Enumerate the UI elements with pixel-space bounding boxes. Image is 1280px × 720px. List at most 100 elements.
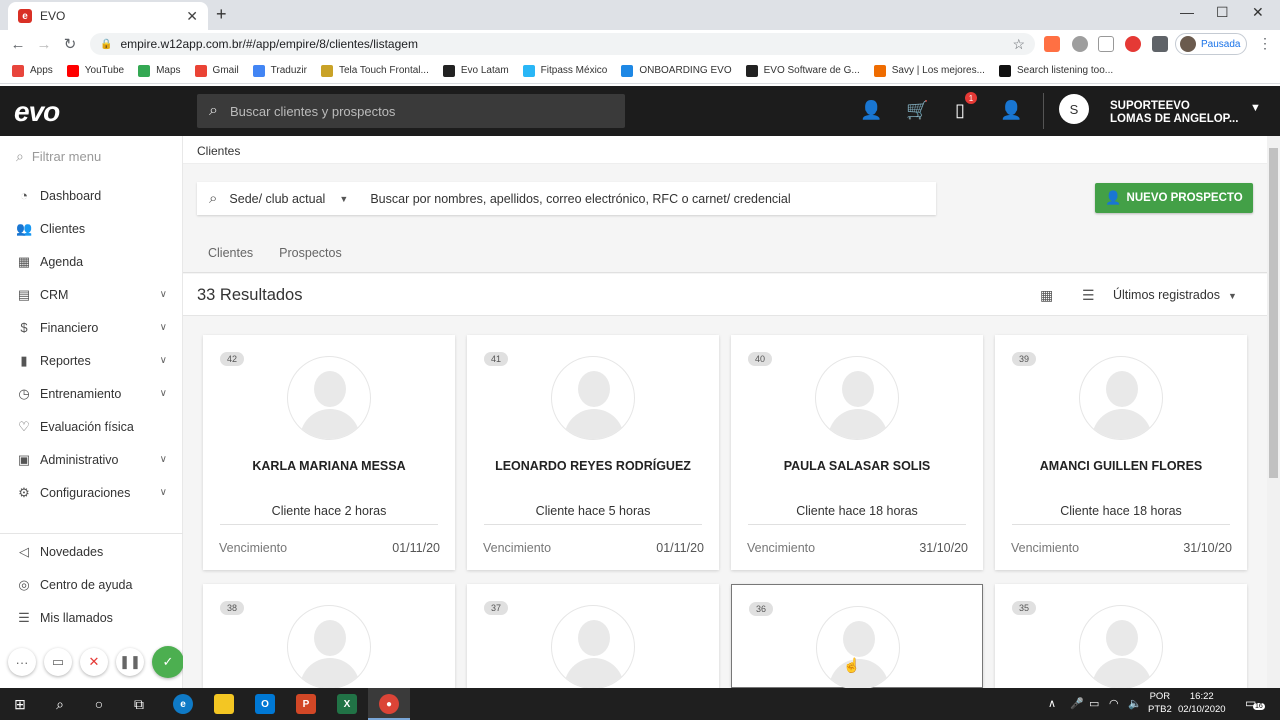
chevron-down-icon[interactable]: ∨ — [160, 289, 167, 300]
battery-icon[interactable]: ▭ — [1089, 697, 1099, 710]
microphone-icon[interactable]: 🎤 — [1070, 697, 1084, 710]
extension-icon[interactable] — [1072, 36, 1088, 52]
search-icon[interactable]: ⌕ — [50, 694, 70, 714]
chevron-down-icon[interactable]: ∨ — [160, 355, 167, 366]
bookmark-item[interactable]: Gmail — [194, 64, 239, 77]
puzzle-extensions-icon[interactable] — [1152, 36, 1168, 52]
profile-button[interactable]: Pausada — [1175, 33, 1247, 55]
client-card[interactable]: 38 — [203, 584, 455, 689]
new-tab-button[interactable]: + — [216, 4, 227, 25]
scrollbar-thumb[interactable] — [1269, 148, 1278, 478]
bookmark-item[interactable]: Apps — [12, 64, 53, 77]
bookmark-item[interactable]: Savy | Los mejores... — [873, 64, 985, 77]
chevron-down-icon[interactable]: ▼ — [339, 194, 348, 204]
chevron-down-icon[interactable]: ∨ — [160, 388, 167, 399]
chevron-down-icon[interactable]: ∨ — [160, 487, 167, 498]
chrome-icon[interactable]: ● — [379, 694, 399, 714]
sidebar-item-configuraciones[interactable]: ⚙ Configuraciones ∨ — [0, 476, 183, 509]
user-avatar[interactable]: S — [1059, 94, 1089, 124]
client-search-input[interactable] — [370, 191, 901, 206]
outlook-icon[interactable]: O — [255, 694, 275, 714]
new-prospect-button[interactable]: 👤 NUEVO PROSPECTO — [1095, 183, 1253, 213]
more-icon[interactable]: ··· — [8, 648, 36, 676]
sidebar-item-crm[interactable]: ▤ CRM ∨ — [0, 278, 183, 311]
sidebar-item-evaluaci-n-f-sica[interactable]: ♡ Evaluación física — [0, 410, 183, 443]
client-card[interactable]: 39 AMANCI GUILLEN FLORES Cliente hace 18 h… — [995, 335, 1247, 570]
evo-logo[interactable]: evo — [14, 96, 60, 128]
sidebar-item-dashboard[interactable]: ◔ Dashboard — [0, 179, 183, 212]
bookmark-item[interactable]: Evo Latam — [442, 64, 509, 77]
client-card[interactable]: 37 — [467, 584, 719, 689]
grid-view-icon[interactable]: ▦ — [1040, 287, 1053, 304]
tab-clientes[interactable]: Clientes — [195, 240, 266, 272]
menu-dots-icon[interactable]: ⋮ — [1258, 35, 1272, 52]
client-card[interactable]: 42 KARLA MARIANA MESSA Cliente hace 2 hora… — [203, 335, 455, 570]
filter-menu[interactable]: ⌕ Filtrar menu — [16, 148, 101, 165]
forward-icon[interactable]: → — [31, 36, 57, 53]
sidebar-item-financiero[interactable]: $ Financiero ∨ — [0, 311, 183, 344]
bookmark-item[interactable]: Fitpass México — [522, 64, 607, 77]
sidebar-item-clientes[interactable]: 👥 Clientes — [0, 212, 183, 245]
chevron-down-icon[interactable]: ∨ — [160, 322, 167, 333]
sidebar-item-entrenamiento[interactable]: ◷ Entrenamiento ∨ — [0, 377, 183, 410]
close-window-icon[interactable]: ✕ — [1252, 4, 1264, 21]
volume-icon[interactable]: 🔈 — [1128, 697, 1142, 710]
bookmark-item[interactable]: Maps — [138, 64, 181, 77]
bookmark-item[interactable]: Search listening too... — [998, 64, 1113, 77]
sidebar-item-agenda[interactable]: ▦ Agenda — [0, 245, 183, 278]
scrollbar[interactable] — [1267, 136, 1280, 688]
powerpoint-icon[interactable]: P — [296, 694, 316, 714]
chevron-up-icon[interactable]: ∧ — [1048, 697, 1056, 710]
global-search-input[interactable] — [229, 103, 590, 119]
browser-tab[interactable]: e EVO ✕ — [8, 2, 208, 30]
bookmark-item[interactable]: ONBOARDING EVO — [621, 64, 732, 77]
windows-start-icon[interactable]: ⊞ — [10, 694, 30, 714]
user-check-icon[interactable]: 👤 — [1000, 100, 1022, 121]
bookmark-item[interactable]: Tela Touch Frontal... — [320, 64, 429, 77]
hangup-icon[interactable]: ✕ — [80, 648, 108, 676]
bookmark-star-icon[interactable]: ☆ — [1012, 36, 1025, 53]
sidebar-item-mis-llamados[interactable]: ☰ Mis llamados — [0, 601, 183, 634]
clock[interactable]: 16:22 02/10/2020 — [1178, 690, 1226, 716]
sidebar-item-novedades[interactable]: ◁ Novedades — [0, 535, 183, 568]
edge-icon[interactable]: e — [173, 694, 193, 714]
chevron-down-icon[interactable]: ∨ — [160, 454, 167, 465]
tab-prospectos[interactable]: Prospectos — [266, 240, 355, 272]
add-person-icon[interactable]: 👤 — [860, 100, 882, 121]
global-search[interactable]: ⌕ — [197, 94, 625, 128]
cart-icon[interactable]: 🛒 — [906, 100, 928, 121]
sidebar-item-centro-de-ayuda[interactable]: ◎ Centro de ayuda — [0, 568, 183, 601]
maximize-icon[interactable]: ☐ — [1216, 4, 1229, 21]
sidebar-item-administrativo[interactable]: ▣ Administrativo ∨ — [0, 443, 183, 476]
language-indicator[interactable]: POR PTB2 — [1148, 690, 1172, 716]
user-info[interactable]: SUPORTEEVO LOMAS DE ANGELOP... — [1110, 100, 1238, 126]
client-card[interactable]: 41 LEONARDO REYES RODRÍGUEZ Cliente hace 5… — [467, 335, 719, 570]
file-explorer-icon[interactable] — [214, 694, 234, 714]
bookmark-item[interactable]: YouTube — [66, 64, 124, 77]
minimize-icon[interactable]: — — [1180, 4, 1194, 20]
video-icon[interactable]: ▭ — [44, 648, 72, 676]
pause-icon[interactable]: ❚❚ — [116, 648, 144, 676]
bookmark-item[interactable]: Traduzir — [252, 64, 307, 77]
extension-icon[interactable] — [1044, 36, 1060, 52]
sede-select[interactable]: Sede/ club actual — [229, 192, 339, 206]
extension-icon[interactable] — [1098, 36, 1114, 52]
client-card[interactable]: 35 — [995, 584, 1247, 689]
client-card[interactable]: 40 PAULA SALASAR SOLIS Cliente hace 18 hor… — [731, 335, 983, 570]
extension-icon[interactable] — [1125, 36, 1141, 52]
address-bar[interactable]: 🔒 empire.w12app.com.br/#/app/empire/8/cl… — [90, 33, 1035, 55]
excel-icon[interactable]: X — [337, 694, 357, 714]
user-menu-caret-icon[interactable]: ▼ — [1250, 102, 1261, 114]
back-icon[interactable]: ← — [5, 36, 31, 53]
list-view-icon[interactable]: ☰ — [1082, 287, 1095, 304]
close-tab-icon[interactable]: ✕ — [186, 8, 198, 25]
task-view-icon[interactable]: ⧉ — [129, 694, 149, 714]
reload-icon[interactable]: ↻ — [57, 35, 83, 53]
phone-icon[interactable]: ▯ — [955, 100, 965, 121]
sidebar-item-reportes[interactable]: ▮ Reportes ∨ — [0, 344, 183, 377]
sort-select[interactable]: Últimos registrados ▼ — [1113, 288, 1237, 302]
wifi-icon[interactable]: ◠ — [1109, 697, 1119, 710]
bookmark-item[interactable]: EVO Software de G... — [745, 64, 860, 77]
confirm-icon[interactable]: ✓ — [152, 646, 184, 678]
cortana-icon[interactable]: ○ — [89, 694, 109, 714]
